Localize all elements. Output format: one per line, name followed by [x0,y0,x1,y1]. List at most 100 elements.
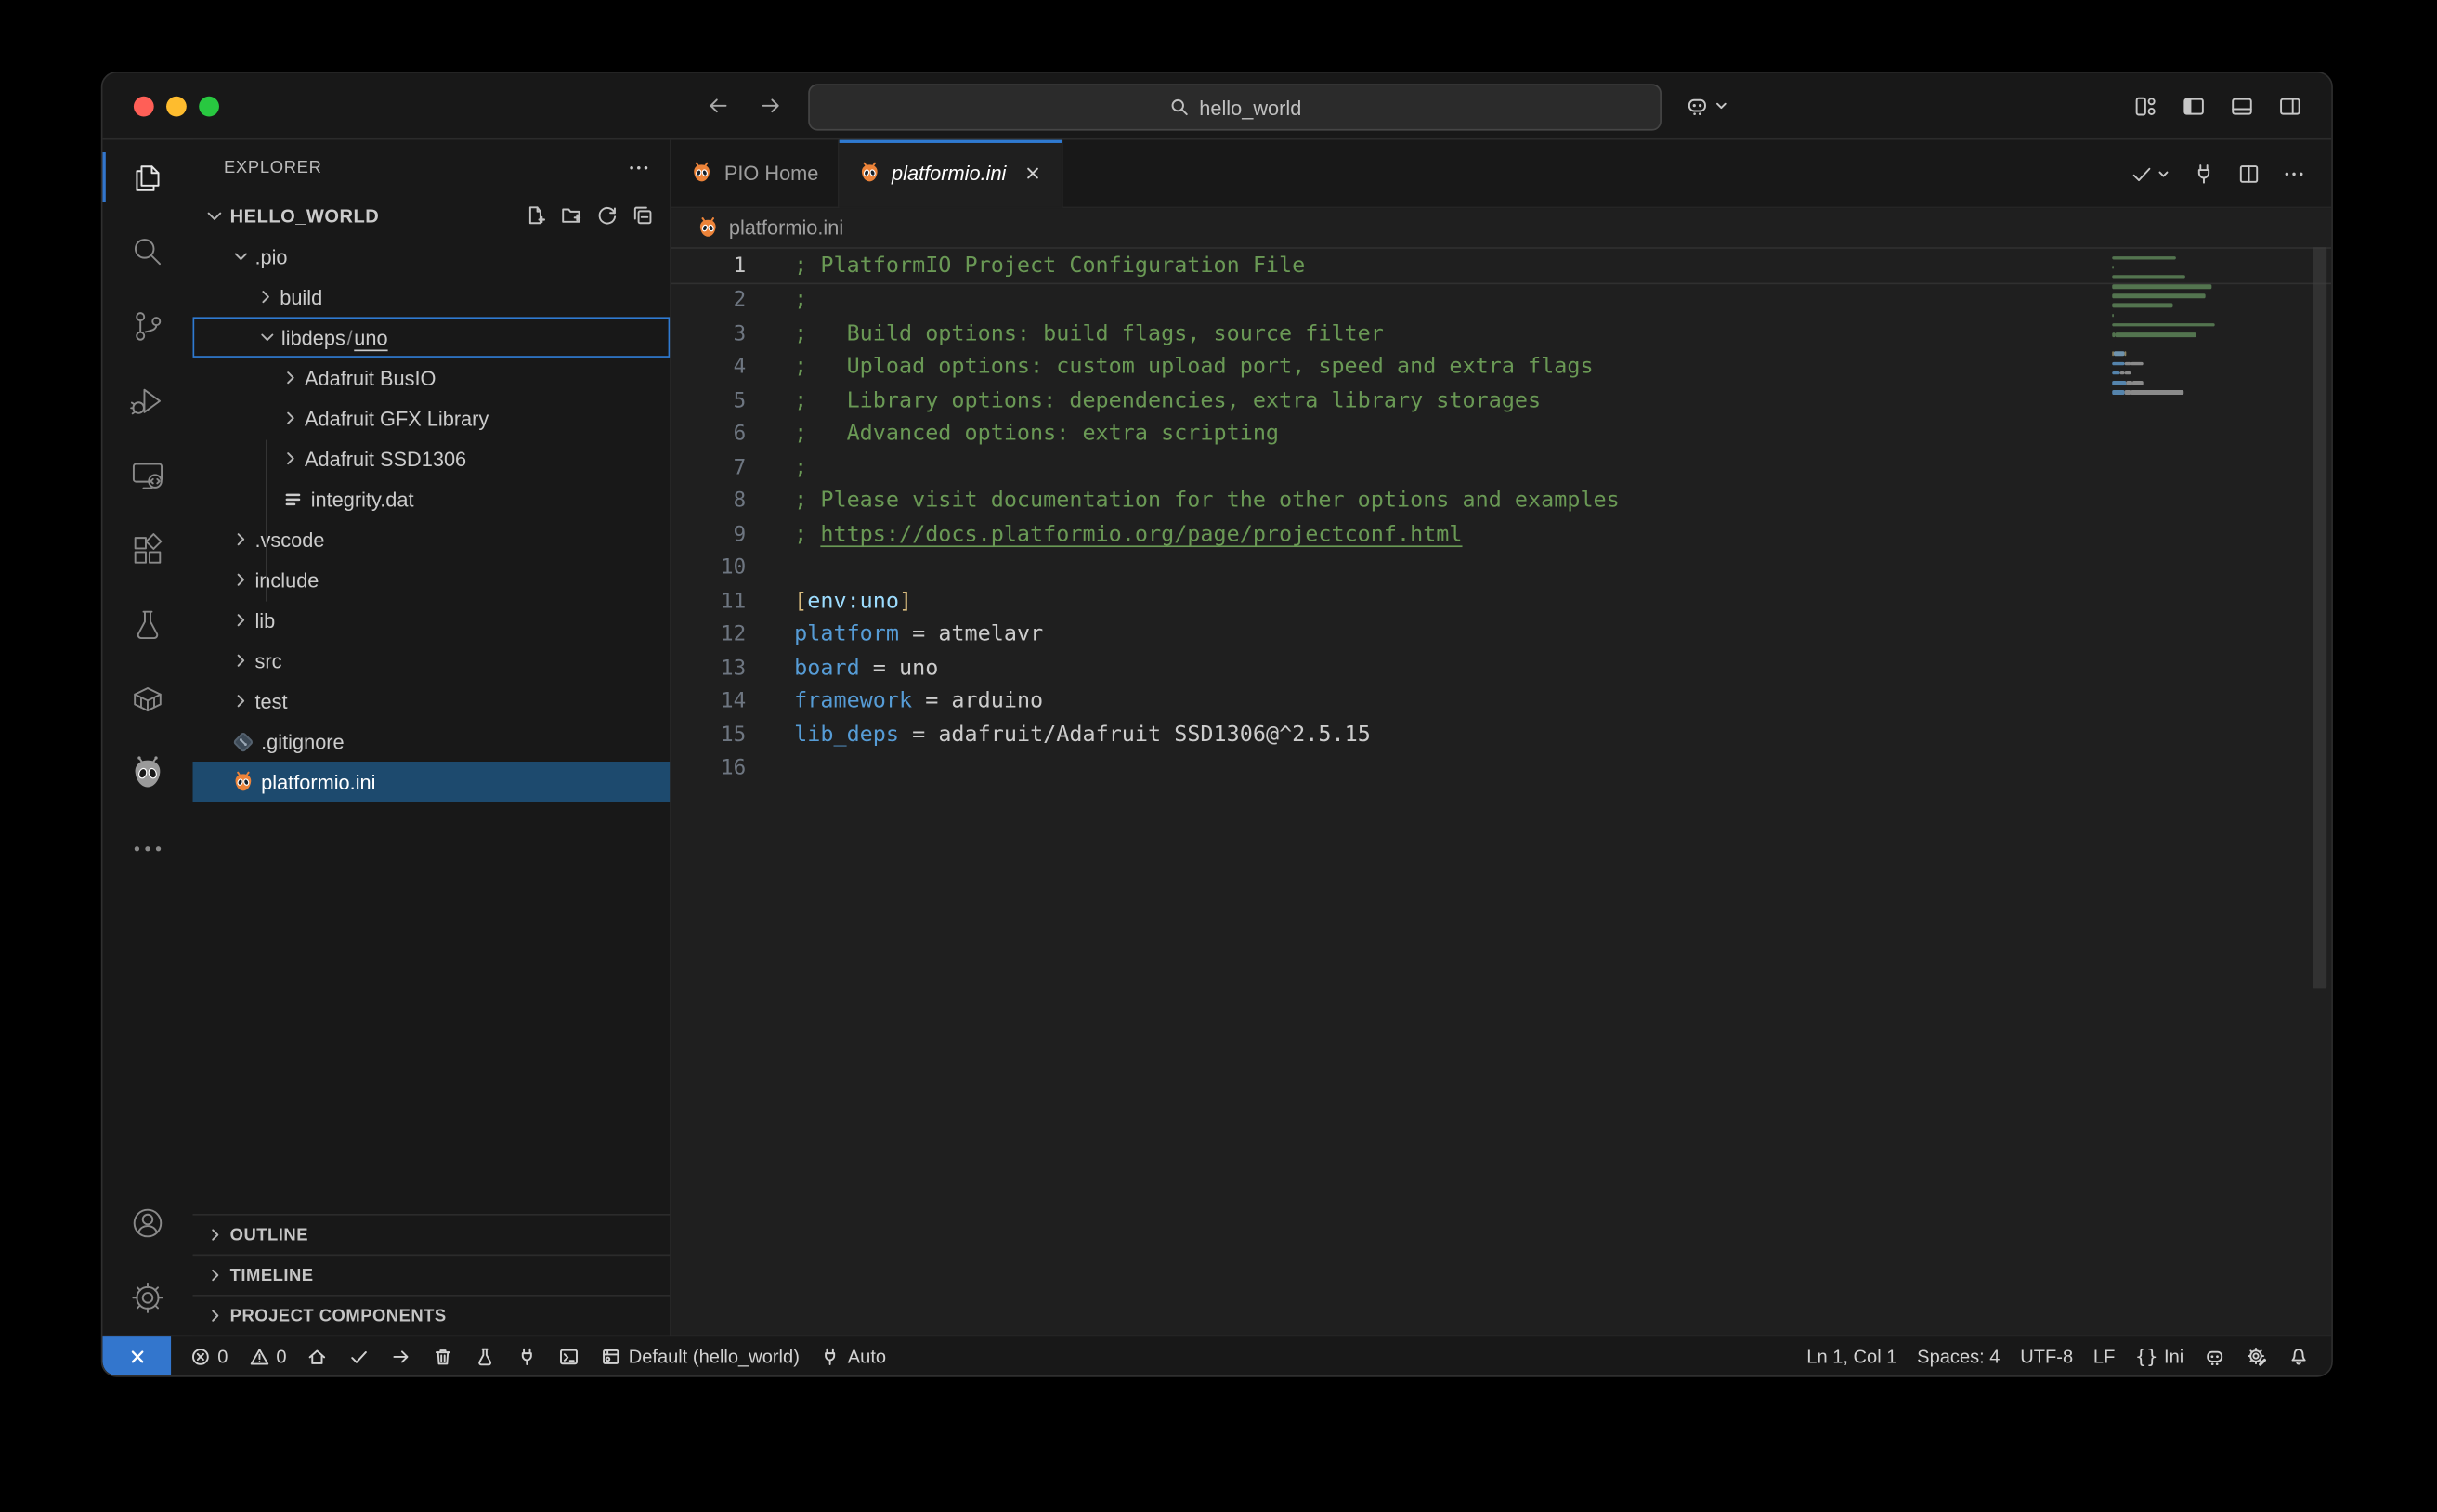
status-pio-serial-monitor[interactable] [516,1345,538,1366]
status-serial-port[interactable]: Auto [820,1345,886,1366]
status-pio-clean[interactable] [433,1345,454,1366]
remote-indicator[interactable] [102,1336,171,1375]
command-center-search[interactable]: hello_world [808,84,1662,130]
tree-item-test[interactable]: test [193,681,671,722]
activity-extensions[interactable] [102,513,192,587]
activity-more-views[interactable] [102,812,192,886]
close-window-button[interactable] [134,96,154,116]
activity-testing[interactable] [102,588,192,662]
tree-item-vscode[interactable]: .vscode [193,519,671,560]
line-number: 7 [671,455,746,480]
activity-platformio[interactable] [102,736,192,811]
collapse-folders-icon[interactable] [631,203,654,227]
tree-item-pio[interactable]: .pio [193,236,671,277]
code-line-14[interactable]: 14framework = arduino [671,684,2331,718]
project-root-row[interactable]: HELLO_WORLD [193,194,671,236]
toggle-primary-sidebar-icon[interactable] [2181,93,2207,119]
status-notifications[interactable] [2287,1345,2309,1366]
status-pio-build[interactable] [348,1345,370,1366]
breadcrumb[interactable]: platformio.ini [671,208,2331,247]
copilot-icon [1685,93,1710,118]
status-eol[interactable]: LF [2093,1345,2115,1366]
copilot-menu[interactable] [1685,93,1730,118]
sidebar-more-icon[interactable] [626,155,651,180]
back-icon[interactable] [702,90,733,121]
status-pio-upload[interactable] [391,1345,412,1366]
minimap-line [2112,398,2244,407]
tab-platformio-ini[interactable]: platformio.ini [839,140,1063,209]
activity-accounts[interactable] [102,1186,192,1260]
status-language-mode[interactable]: {}Ini [2135,1345,2183,1366]
section-timeline[interactable]: TIMELINE [193,1254,671,1295]
status-encoding[interactable]: UTF-8 [2020,1345,2073,1366]
activity-run-and-debug[interactable] [102,364,192,438]
code-line-7[interactable]: 7; [671,450,2331,484]
code-editor[interactable]: 1; PlatformIO Project Configuration File… [671,247,2331,1335]
status-pio-test[interactable] [475,1345,496,1366]
status-pio-terminal[interactable] [558,1345,580,1366]
tree-item-include[interactable]: include [193,559,671,600]
code-line-3[interactable]: 3; Build options: build flags, source fi… [671,317,2331,350]
tree-item-libdeps-uno[interactable]: libdeps/uno [193,317,671,358]
section-project-components[interactable]: PROJECT COMPONENTS [193,1295,671,1336]
new-folder-icon[interactable] [559,203,582,227]
code-line-15[interactable]: 15lib_deps = adafruit/Adafruit SSD1306@^… [671,718,2331,751]
code-line-1[interactable]: 1; PlatformIO Project Configuration File [671,247,2331,283]
status-copilot[interactable] [2204,1345,2225,1366]
remote-icon [125,1345,149,1368]
minimize-window-button[interactable] [166,96,187,116]
status-pio-home[interactable] [306,1345,328,1366]
editor-scrollbar[interactable] [2313,247,2326,988]
tree-item-adafruit-gfx-library[interactable]: Adafruit GFX Library [193,398,671,438]
activity-remote-explorer[interactable] [102,438,192,513]
status-project-environment[interactable]: Default (hello_world) [601,1345,800,1366]
new-file-icon[interactable] [524,203,547,227]
close-icon[interactable] [1023,163,1044,184]
code-line-8[interactable]: 8; Please visit documentation for the ot… [671,484,2331,517]
tree-item-build[interactable]: build [193,277,671,318]
minimap[interactable] [2112,254,2244,408]
code-line-12[interactable]: 12platform = atmelavr [671,618,2331,651]
activity-platformio-core[interactable] [102,662,192,736]
tree-item-lib[interactable]: lib [193,600,671,641]
customize-layout-icon[interactable] [2132,93,2158,119]
activity-explorer[interactable] [102,140,192,215]
code-line-16[interactable]: 16 [671,751,2331,785]
toggle-panel-icon[interactable] [2229,93,2255,119]
status-warnings[interactable]: 0 [248,1345,286,1366]
code-line-6[interactable]: 6; Advanced options: extra scripting [671,417,2331,450]
refresh-explorer-icon[interactable] [595,203,619,227]
code-line-13[interactable]: 13board = uno [671,651,2331,684]
status-extension-settings[interactable] [2246,1345,2267,1366]
status-cursor-position[interactable]: Ln 1, Col 1 [1806,1345,1896,1366]
workbench: EXPLORER HELLO_WORLD .piobuildlibdeps/un… [102,140,2331,1336]
tree-item-adafruit-busio[interactable]: Adafruit BusIO [193,358,671,398]
tree-item-integrity-dat[interactable]: integrity.dat [193,478,671,519]
section-outline[interactable]: OUTLINE [193,1214,671,1255]
tree-item-platformio-ini[interactable]: platformio.ini [193,762,671,802]
activity-settings[interactable] [102,1260,192,1335]
tree-item-gitignore[interactable]: .gitignore [193,721,671,762]
toggle-secondary-sidebar-icon[interactable] [2277,93,2303,119]
code-line-2[interactable]: 2; [671,283,2331,317]
tab-pio-home[interactable]: PIO Home [671,140,839,207]
tree-item-adafruit-ssd1306[interactable]: Adafruit SSD1306 [193,438,671,479]
status-label: LF [2093,1345,2115,1366]
code-line-11[interactable]: 11[env:uno] [671,584,2331,618]
pio-build-action[interactable] [2130,161,2171,186]
serial-monitor-icon[interactable] [2192,161,2217,186]
status-errors[interactable]: 0 [189,1345,228,1366]
split-editor-icon[interactable] [2236,161,2261,186]
line-content: ; [746,288,807,313]
activity-source-control[interactable] [102,289,192,363]
code-line-9[interactable]: 9; https://docs.platformio.org/page/proj… [671,517,2331,551]
code-line-10[interactable]: 10 [671,551,2331,584]
activity-search[interactable] [102,215,192,289]
tree-item-src[interactable]: src [193,640,671,681]
forward-icon[interactable] [755,90,786,121]
zoom-window-button[interactable] [199,96,219,116]
more-actions-icon[interactable] [2282,161,2307,186]
code-line-4[interactable]: 4; Upload options: custom upload port, s… [671,350,2331,384]
status-indentation[interactable]: Spaces: 4 [1917,1345,2000,1366]
code-line-5[interactable]: 5; Library options: dependencies, extra … [671,384,2331,417]
